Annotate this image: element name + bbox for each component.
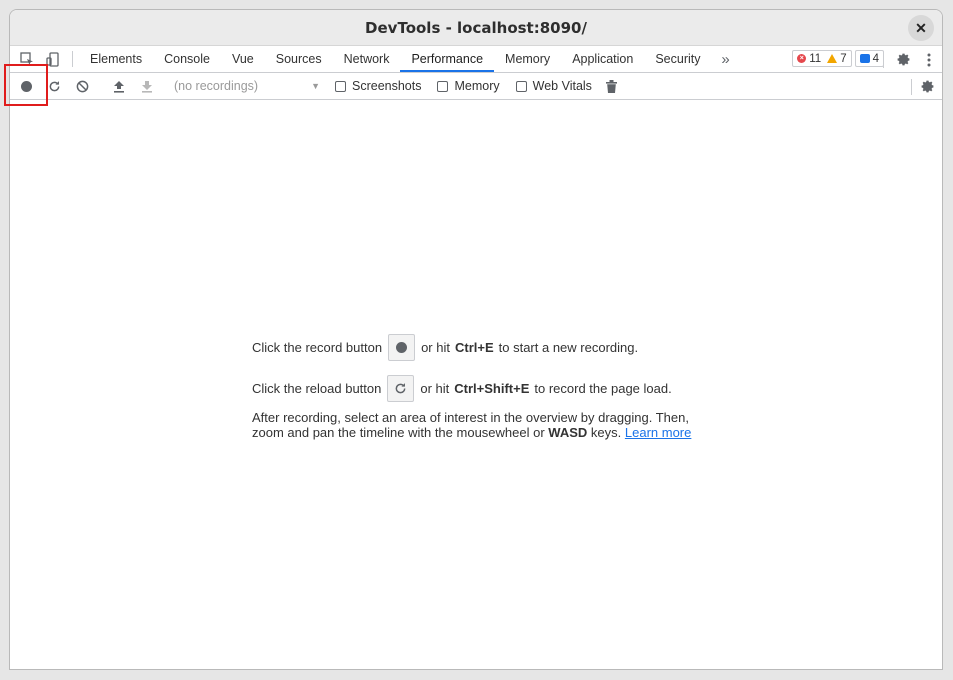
issue-counters: × 11 7 4 [792,50,884,68]
screenshots-label: Screenshots [352,79,422,93]
recordings-placeholder: (no recordings) [174,79,259,93]
record-shortcut: Ctrl+E [454,340,494,355]
message-icon [859,54,870,63]
tab-console[interactable]: Console [153,46,221,72]
window-title: DevTools - localhost:8090/ [365,18,587,37]
inline-reload-button[interactable] [387,375,415,402]
reload-icon [395,383,406,394]
title-bar: DevTools - localhost:8090/ ✕ [10,10,942,46]
performance-panel: Click the record button or hit Ctrl+E to… [10,100,942,669]
collect-garbage-button[interactable] [602,73,622,100]
gear-icon [921,80,933,93]
dropdown-arrow-icon: ▼ [311,81,320,91]
tab-memory[interactable]: Memory [494,46,561,72]
reload-record-button[interactable] [40,73,68,100]
save-profile-button[interactable] [133,73,161,100]
landing-instructions: Click the record button or hit Ctrl+E to… [252,334,712,440]
capture-settings-button[interactable] [918,73,936,100]
record-prefix: Click the record button [252,340,383,355]
tab-sources[interactable]: Sources [265,46,333,72]
web-vitals-label: Web Vitals [532,79,592,93]
error-icon: × [797,54,807,63]
reload-icon [49,80,59,91]
inline-record-button[interactable] [388,334,416,361]
download-icon [142,80,152,93]
tab-elements[interactable]: Elements [79,46,153,72]
reload-suffix: to record the page load. [534,381,672,396]
warning-icon [827,54,838,63]
close-window-button[interactable]: ✕ [908,15,934,41]
close-icon: ✕ [915,19,927,36]
divider [883,51,884,68]
tab-performance[interactable]: Performance [400,46,495,72]
memory-checkbox[interactable]: Memory [437,79,500,93]
clear-button[interactable] [68,73,96,100]
performance-toolbar: (no recordings) ▼ Screenshots Memory Web… [10,73,942,100]
error-count: 11 [809,52,822,65]
record-button[interactable] [12,73,40,100]
more-tabs-button[interactable]: » [712,46,740,72]
clear-icon [76,80,88,92]
chevron-double-right-icon: » [721,50,730,68]
divider [911,78,912,95]
web-vitals-checkbox[interactable]: Web Vitals [515,79,592,93]
reload-prefix: Click the reload button [252,381,382,396]
device-toolbar-button[interactable] [40,46,66,72]
gear-icon [897,53,909,66]
record-icon [20,80,32,92]
memory-label: Memory [454,79,500,93]
messages-badge[interactable]: 4 [854,50,884,67]
inspect-icon [20,52,33,65]
message-count: 4 [872,52,879,65]
wasd-keys: WASD [548,425,588,440]
record-mid: or hit [421,340,450,355]
tab-security[interactable]: Security [644,46,711,72]
load-profile-button[interactable] [105,73,133,100]
reload-shortcut: Ctrl+Shift+E [454,381,530,396]
divider [72,51,73,67]
para-text: After recording, select an area of inter… [252,410,689,440]
device-icon [46,51,59,67]
tab-application[interactable]: Application [561,46,644,72]
checkbox-box[interactable] [515,80,527,92]
trash-icon [606,79,618,93]
tab-network[interactable]: Network [333,46,401,72]
more-options-button[interactable] [920,53,938,67]
checkbox-box[interactable] [335,80,346,92]
para-text-end: keys. [590,425,622,440]
recordings-select[interactable]: (no recordings) ▼ [166,79,326,93]
tab-vue[interactable]: Vue [221,46,265,72]
main-tab-bar: Elements Console Vue Sources Network Per… [10,46,942,73]
upload-icon [114,80,124,93]
record-instruction: Click the record button or hit Ctrl+E to… [252,334,712,361]
screenshots-checkbox[interactable]: Screenshots [335,79,421,93]
warning-count: 7 [840,52,847,65]
errors-warnings-badge[interactable]: × 11 7 [792,50,852,67]
tabbar-right-icons [881,46,938,73]
reload-instruction: Click the reload button or hit Ctrl+Shif… [252,375,712,402]
reload-mid: or hit [420,381,450,396]
usage-paragraph: After recording, select an area of inter… [252,410,712,440]
record-suffix: to start a new recording. [498,340,639,355]
inspect-element-button[interactable] [14,46,40,72]
learn-more-link[interactable]: Learn more [625,425,691,440]
record-icon [396,342,408,353]
capture-settings [909,73,936,100]
settings-button[interactable] [890,52,916,67]
devtools-window: DevTools - localhost:8090/ ✕ Elements Co… [9,9,943,670]
kebab-menu-icon [927,53,931,66]
checkbox-box[interactable] [437,80,449,92]
